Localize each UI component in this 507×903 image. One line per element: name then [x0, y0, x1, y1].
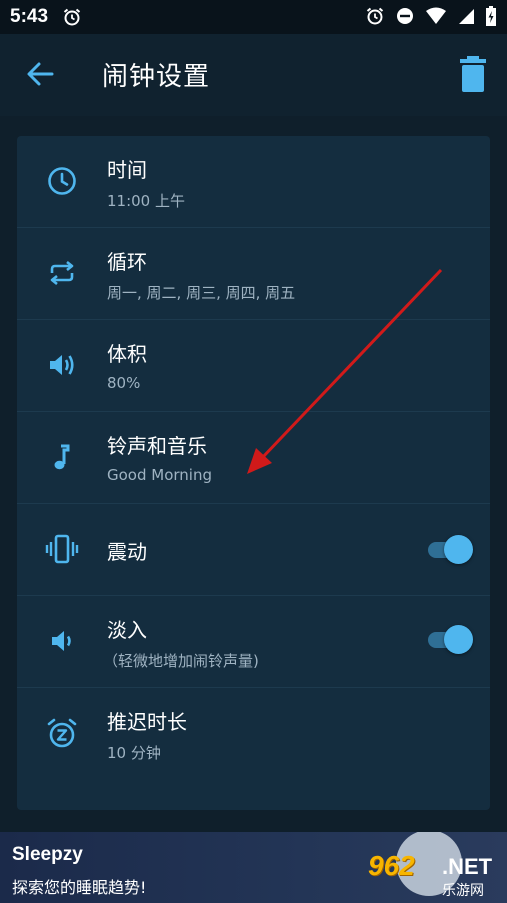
vibrate-toggle[interactable] — [428, 534, 474, 564]
setting-value: 11:00 上午 — [107, 192, 185, 210]
music-note-icon — [54, 444, 70, 470]
volume-icon — [50, 355, 74, 375]
setting-value: 80% — [107, 374, 141, 392]
setting-title: 铃声和音乐 — [107, 434, 207, 458]
battery-icon — [486, 6, 496, 26]
do-not-disturb-icon — [397, 8, 413, 24]
vibrate-icon — [45, 534, 79, 564]
watermark-net: .NET — [442, 854, 493, 879]
watermark-number: 962 — [368, 850, 415, 881]
setting-row-fade-in[interactable]: 淡入 （轻微地增加闹铃声量) — [17, 596, 490, 688]
site-watermark: 962 .NET 乐游网 — [368, 850, 500, 900]
setting-value: Good Morning — [107, 466, 212, 484]
setting-value: 10 分钟 — [107, 744, 161, 762]
setting-title: 淡入 — [107, 618, 147, 642]
setting-value: 周一, 周二, 周三, 周四, 周五 — [107, 284, 296, 302]
back-arrow-icon[interactable] — [24, 58, 56, 90]
setting-title: 循环 — [107, 250, 147, 274]
alarm-settings-card: 时间 11:00 上午 循环 周一, 周二, 周三, 周四, 周五 体积 80%… — [17, 136, 490, 810]
setting-title: 体积 — [107, 342, 147, 366]
ad-title: Sleepzy — [12, 844, 83, 865]
ad-subtitle: 探索您的睡眠趋势! — [12, 878, 147, 897]
setting-title: 震动 — [107, 540, 147, 564]
status-time: 5:43 — [10, 6, 49, 27]
setting-value: （轻微地增加闹铃声量) — [103, 652, 259, 670]
volume-low-icon — [52, 631, 71, 651]
setting-row-volume[interactable]: 体积 80% — [17, 320, 490, 412]
status-bar: 5:43 — [0, 0, 507, 34]
setting-title: 时间 — [107, 158, 147, 182]
setting-row-vibrate[interactable]: 震动 — [17, 504, 490, 596]
setting-row-ringtone[interactable]: 铃声和音乐 Good Morning — [17, 412, 490, 504]
app-bar: 闹钟设置 — [0, 34, 507, 116]
snooze-alarm-icon — [47, 718, 77, 748]
page-title: 闹钟设置 — [102, 62, 211, 92]
setting-row-repeat[interactable]: 循环 周一, 周二, 周三, 周四, 周五 — [17, 228, 490, 320]
setting-row-time[interactable]: 时间 11:00 上午 — [17, 136, 490, 228]
alarm-clock-icon — [63, 8, 81, 26]
clock-icon — [48, 167, 76, 195]
signal-icon — [459, 9, 474, 24]
delete-trash-icon[interactable] — [458, 56, 488, 92]
setting-title: 推迟时长 — [107, 710, 187, 734]
setting-row-snooze[interactable]: 推迟时长 10 分钟 — [17, 688, 490, 779]
alarm-clock-icon — [366, 7, 384, 25]
watermark-text: 乐游网 — [442, 883, 484, 899]
wifi-icon — [426, 7, 446, 24]
repeat-icon — [50, 260, 74, 286]
fade-in-toggle[interactable] — [428, 624, 474, 654]
